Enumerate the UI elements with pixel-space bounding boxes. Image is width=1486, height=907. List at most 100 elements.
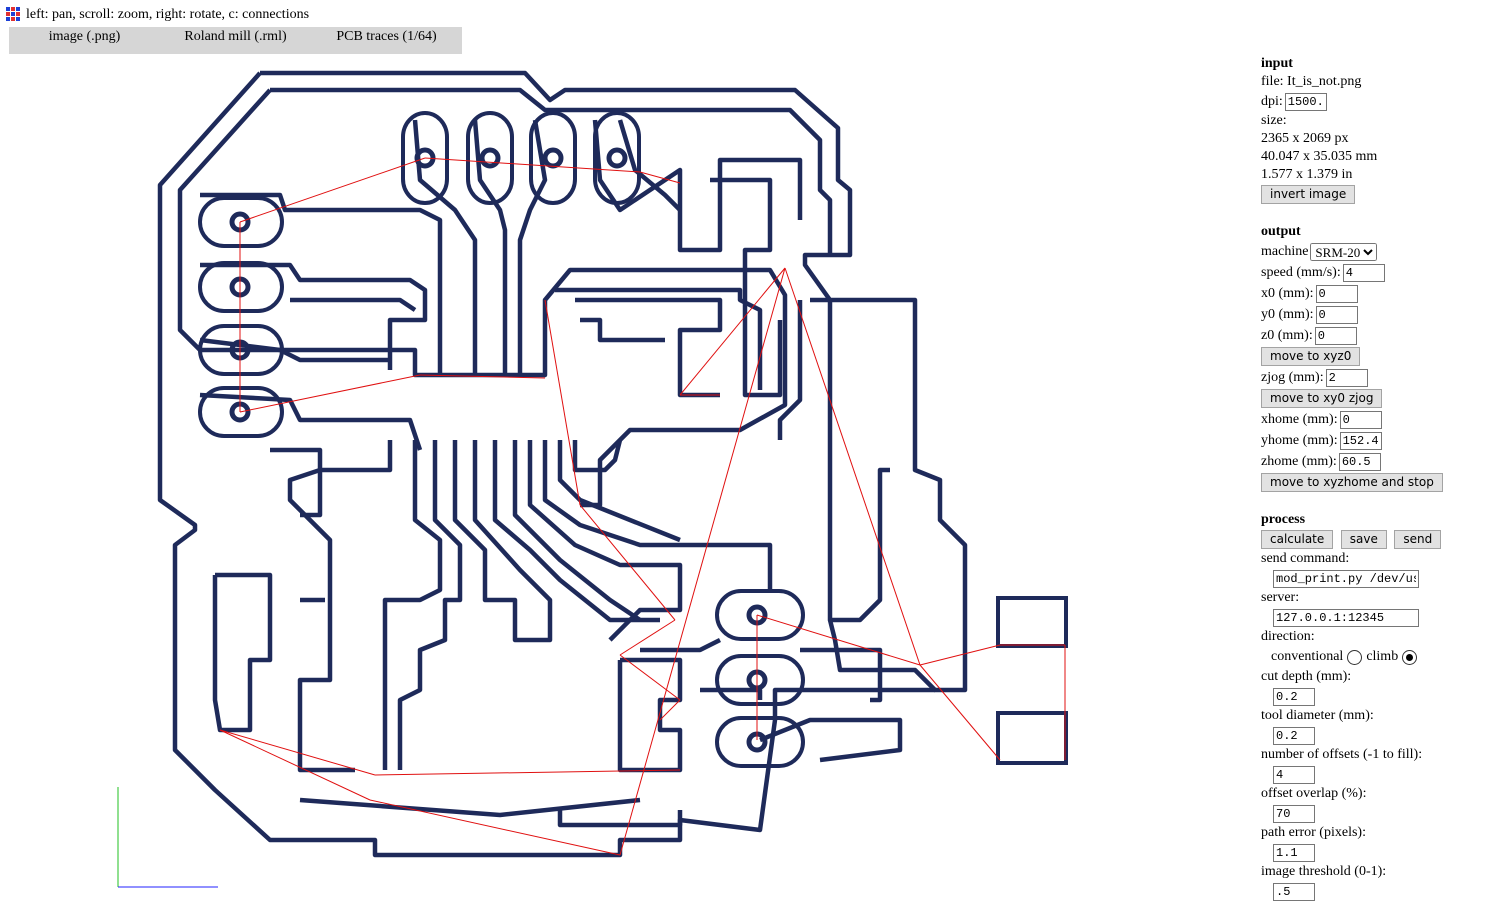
send-command-input[interactable] xyxy=(1273,569,1419,588)
conventional-radio[interactable] xyxy=(1347,649,1363,665)
size-in: 1.577 x 1.379 in xyxy=(1261,167,1353,182)
threshold-row xyxy=(1261,881,1481,902)
tool-diameter-input[interactable] xyxy=(1273,726,1315,745)
connection-line xyxy=(919,644,1001,666)
connection-line xyxy=(239,157,426,223)
trace-path xyxy=(452,440,553,643)
send-button[interactable]: send xyxy=(1394,530,1442,549)
pad-outline xyxy=(715,589,805,641)
menu-image-png[interactable]: image (.png) xyxy=(9,27,160,54)
connection-line xyxy=(919,664,1001,761)
calculate-button[interactable]: calculate xyxy=(1261,530,1334,549)
file-name: It_is_not.png xyxy=(1287,74,1362,89)
direction-label: direction: xyxy=(1261,629,1315,644)
zhome-row: zhome (mm): xyxy=(1261,451,1481,472)
pad-outline xyxy=(715,716,805,768)
tool-diameter-row xyxy=(1261,725,1481,746)
save-button[interactable]: save xyxy=(1340,530,1387,549)
x0-row: x0 (mm): xyxy=(1261,283,1481,304)
square-pad xyxy=(996,596,1068,648)
x0-input[interactable] xyxy=(1315,284,1358,303)
invert-image-button[interactable]: invert image xyxy=(1261,185,1356,204)
trace-path xyxy=(575,297,723,398)
path-error-label: path error (pixels): xyxy=(1261,825,1366,840)
cut-depth-row xyxy=(1261,686,1481,707)
trace-path xyxy=(580,317,665,343)
trace-path xyxy=(199,392,423,451)
help-text: left: pan, scroll: zoom, right: rotate, … xyxy=(26,7,310,22)
trace-path xyxy=(299,797,641,818)
connection-line xyxy=(544,299,581,506)
connection-line xyxy=(784,267,921,666)
trace-path xyxy=(700,687,763,700)
z0-input[interactable] xyxy=(1314,326,1357,345)
trace-paths xyxy=(157,70,968,858)
yhome-input[interactable] xyxy=(1339,431,1382,450)
menu-roland-mill[interactable]: Roland mill (.rml) xyxy=(160,27,311,54)
connection-line xyxy=(219,729,376,776)
server-input[interactable] xyxy=(1273,608,1419,627)
output-title: output xyxy=(1261,224,1301,239)
trace-path xyxy=(759,717,903,763)
connection-line xyxy=(579,504,676,621)
path-error-input[interactable] xyxy=(1273,843,1315,862)
overlap-row xyxy=(1261,803,1481,824)
trace-path xyxy=(212,572,273,733)
trace-path xyxy=(382,440,443,770)
trace-path xyxy=(542,440,773,590)
overlap-input[interactable] xyxy=(1273,804,1315,823)
trace-path xyxy=(492,440,660,623)
threshold-input[interactable] xyxy=(1273,882,1315,901)
dpi-row: dpi: xyxy=(1261,91,1481,112)
server-label: server: xyxy=(1261,590,1300,605)
dpi-input[interactable] xyxy=(1284,92,1327,111)
climb-radio[interactable] xyxy=(1402,649,1418,665)
toolpath-canvas[interactable] xyxy=(0,58,1240,907)
move-xyz0-button[interactable]: move to xyz0 xyxy=(1261,347,1361,366)
trace-path xyxy=(472,119,508,375)
xhome-row: xhome (mm): xyxy=(1261,409,1481,430)
menu-pcb-traces[interactable]: PCB traces (1/64) xyxy=(311,27,462,54)
file-row: file: It_is_not.png xyxy=(1261,74,1362,89)
xhome-input[interactable] xyxy=(1339,410,1382,429)
connection-line xyxy=(374,769,681,776)
path-error-row xyxy=(1261,842,1481,863)
move-xy0-zjog-button[interactable]: move to xy0 zjog xyxy=(1261,389,1383,408)
overlap-label: offset overlap (%): xyxy=(1261,786,1367,801)
settings-panel: input file: It_is_not.png dpi: size: 236… xyxy=(1261,55,1481,902)
offsets-input[interactable] xyxy=(1273,765,1315,784)
trace-path xyxy=(397,440,463,770)
trace-path xyxy=(290,297,417,312)
trace-path xyxy=(557,810,683,828)
speed-input[interactable] xyxy=(1342,263,1385,282)
threshold-label: image threshold (0-1): xyxy=(1261,864,1387,879)
y0-row: y0 (mm): xyxy=(1261,304,1481,325)
trace-path xyxy=(617,119,682,212)
pad-hole xyxy=(542,147,564,169)
trace-path xyxy=(287,440,393,773)
move-xyzhome-button[interactable]: move to xyzhome and stop xyxy=(1261,473,1443,492)
offsets-label: number of offsets (-1 to fill): xyxy=(1261,747,1423,762)
input-title: input xyxy=(1261,56,1293,71)
machine-select[interactable]: SRM-20 xyxy=(1310,242,1378,261)
trace-path xyxy=(617,657,683,773)
cut-depth-input[interactable] xyxy=(1273,687,1315,706)
send-command-row xyxy=(1261,568,1481,589)
cut-depth-label: cut depth (mm): xyxy=(1261,669,1352,684)
square-pad xyxy=(996,711,1068,765)
size-mm: 40.047 x 35.035 mm xyxy=(1261,149,1378,164)
y0-input[interactable] xyxy=(1315,305,1358,324)
size-label: size: xyxy=(1261,113,1287,128)
zjog-input[interactable] xyxy=(1325,368,1368,387)
top-bar: left: pan, scroll: zoom, right: rotate, … xyxy=(6,5,309,25)
size-px: 2365 x 2069 px xyxy=(1261,131,1349,146)
pad-outline xyxy=(198,261,284,313)
grid-icon xyxy=(6,7,22,23)
speed-row: speed (mm/s): xyxy=(1261,262,1481,283)
send-command-label: send command: xyxy=(1261,551,1350,566)
zhome-input[interactable] xyxy=(1338,452,1381,471)
zjog-row: zjog (mm): xyxy=(1261,367,1481,388)
process-title: process xyxy=(1261,512,1306,527)
connection-line xyxy=(239,374,421,413)
pad-hole xyxy=(479,147,501,169)
